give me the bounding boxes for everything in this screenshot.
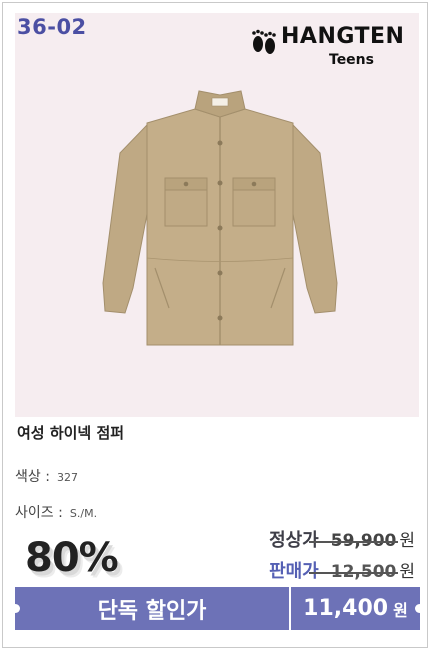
sale-price-unit: 원 bbox=[399, 562, 415, 582]
discount-rate: 80% bbox=[25, 535, 119, 581]
regular-price-unit: 원 bbox=[399, 531, 415, 551]
regular-price-row: 정상가 59,900 원 bbox=[269, 526, 415, 552]
product-title: 여성 하이넥 점퍼 bbox=[17, 424, 125, 442]
color-label: 색상 : bbox=[15, 469, 50, 485]
exclusive-price-label[interactable]: 단독 할인가 bbox=[15, 587, 289, 630]
regular-price: 59,900 bbox=[308, 531, 398, 551]
sale-price: 12,500 bbox=[308, 562, 398, 582]
product-card[interactable]: 36-02 HANGTEN Teens 여성 하이넥 점퍼 색상: 327 사… bbox=[2, 2, 428, 648]
sale-price-row: 판매가 12,500 원 bbox=[269, 557, 415, 583]
color-value: 327 bbox=[57, 471, 79, 484]
exclusive-price-box[interactable]: 11,400 원 bbox=[291, 587, 420, 630]
brand-name: HANGTEN bbox=[281, 24, 405, 49]
feet-icon bbox=[252, 29, 276, 54]
size-label: 사이즈 : bbox=[15, 505, 63, 521]
brand-logo: HANGTEN Teens bbox=[245, 21, 415, 77]
bar-notch-left bbox=[11, 604, 20, 613]
sale-price-label: 판매가 bbox=[269, 561, 319, 582]
spec-color: 색상 : 327 bbox=[15, 466, 78, 486]
brand-sub: Teens bbox=[329, 52, 374, 68]
bar-notch-right bbox=[415, 604, 424, 613]
regular-price-label: 정상가 bbox=[269, 530, 319, 551]
exclusive-price-bar[interactable]: 단독 할인가 11,400 원 bbox=[11, 587, 424, 630]
exclusive-price: 11,400 bbox=[303, 596, 389, 621]
exclusive-price-unit: 원 bbox=[393, 600, 408, 620]
product-image-area[interactable]: 36-02 HANGTEN Teens bbox=[15, 13, 419, 417]
jacket-image bbox=[102, 90, 338, 346]
size-value: S./M. bbox=[69, 507, 98, 520]
spec-size: 사이즈 : S./M. bbox=[15, 502, 97, 522]
product-code: 36-02 bbox=[17, 15, 87, 39]
